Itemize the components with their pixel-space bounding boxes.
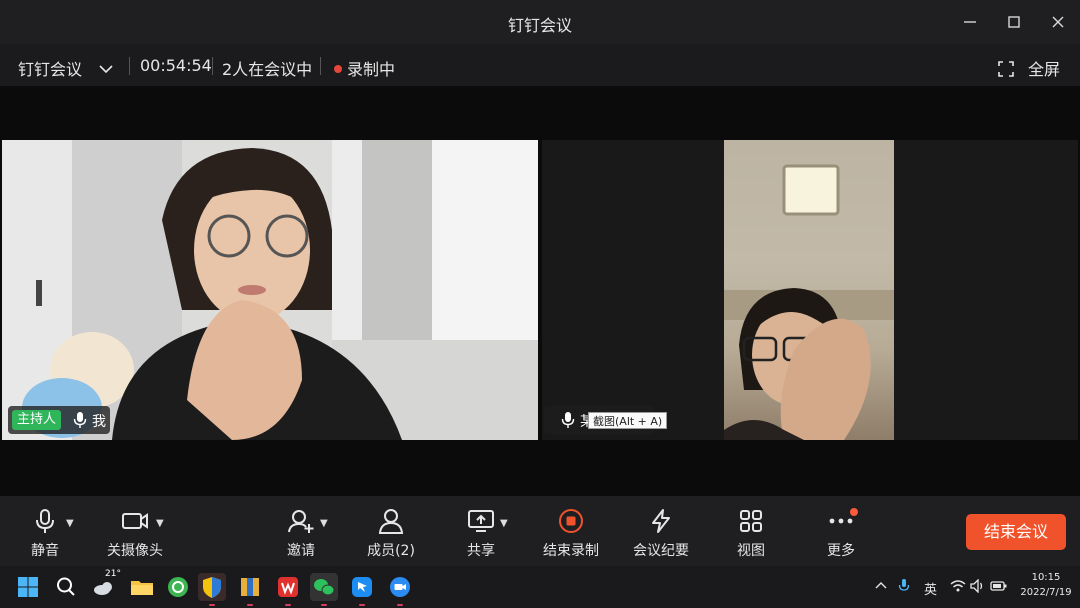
fullscreen-label: 全屏 — [1028, 60, 1061, 79]
invite-button[interactable]: ▼ 邀请 — [256, 496, 346, 566]
camera-off-label: 关摄像头 — [107, 543, 163, 559]
divider — [212, 57, 213, 75]
microphone-icon — [72, 411, 88, 429]
participant-label: 主持人 我 — [8, 406, 110, 434]
participant-video — [724, 140, 894, 440]
participant-label: 某 截图(Alt + A) — [544, 406, 668, 434]
meeting-toolbar: ▼ 静音 ▼ 关摄像头 ▼ 邀请 成员(2) ▼ 共享 结束录制 会议纪要 视图… — [0, 496, 1080, 566]
wifi-icon[interactable] — [950, 579, 966, 597]
wechat-icon[interactable] — [310, 573, 338, 601]
running-indicator — [247, 604, 253, 606]
mute-label: 静音 — [31, 543, 59, 559]
share-label: 共享 — [467, 543, 495, 559]
stop-recording-button[interactable]: 结束录制 — [526, 496, 616, 566]
end-meeting-button[interactable]: 结束会议 — [966, 514, 1066, 550]
microphone-icon[interactable] — [898, 578, 910, 598]
video-tile-self[interactable]: 主持人 我 — [2, 140, 538, 440]
weather-widget[interactable]: 21° — [90, 569, 121, 601]
fullscreen-icon — [998, 61, 1014, 77]
meeting-info-bar: 钉钉会议 00:54:54 2人在会议中 录制中 全屏 — [0, 44, 1080, 86]
running-indicator — [321, 604, 327, 606]
search-icon[interactable] — [52, 573, 80, 601]
divider — [320, 57, 321, 75]
microphone-icon — [0, 508, 90, 534]
running-indicator — [359, 604, 365, 606]
system-clock[interactable]: 10:15 2022/7/19 — [1016, 570, 1076, 600]
archive-app-icon[interactable] — [236, 573, 264, 601]
person-icon — [346, 508, 436, 534]
minimize-button[interactable] — [958, 10, 982, 34]
more-button[interactable]: 更多 — [796, 496, 886, 566]
divider — [129, 57, 130, 75]
window-title: 钉钉会议 — [507, 16, 572, 35]
share-options-caret[interactable]: ▼ — [500, 518, 508, 529]
dingtalk-icon[interactable] — [348, 573, 376, 601]
view-label: 视图 — [737, 543, 765, 559]
record-stop-icon — [526, 508, 616, 534]
recording-dot-icon — [334, 65, 342, 73]
wps-office-icon[interactable] — [274, 573, 302, 601]
clock-date: 2022/7/19 — [1020, 587, 1072, 598]
screenshot-tooltip: 截图(Alt + A) — [588, 412, 668, 429]
invite-options-caret[interactable]: ▼ — [320, 518, 328, 529]
chevron-down-icon — [99, 65, 113, 74]
notification-dot — [850, 508, 858, 516]
invite-label: 邀请 — [287, 543, 315, 559]
view-button[interactable]: 视图 — [706, 496, 796, 566]
os-taskbar: 21° 英 10:15 2022/7/19 — [0, 566, 1080, 608]
microphone-icon — [560, 411, 576, 429]
weather-temperature: 21° — [105, 569, 121, 579]
share-button[interactable]: ▼ 共享 — [436, 496, 526, 566]
screen-share-icon — [436, 508, 526, 534]
running-indicator — [285, 604, 291, 606]
tray-overflow-chevron-icon[interactable] — [874, 579, 888, 594]
security-shield-icon[interactable] — [198, 573, 226, 601]
add-person-icon — [256, 508, 346, 534]
meeting-app-icon[interactable] — [386, 573, 414, 601]
meeting-minutes-button[interactable]: 会议纪要 — [616, 496, 706, 566]
video-camera-icon — [90, 508, 180, 534]
app-menu-dropdown[interactable]: 钉钉会议 — [18, 56, 113, 80]
file-explorer-icon[interactable] — [128, 573, 156, 601]
lightning-icon — [616, 508, 706, 534]
stop-recording-label: 结束录制 — [543, 543, 599, 559]
app-menu-label: 钉钉会议 — [18, 60, 83, 79]
recording-label: 录制中 — [347, 60, 396, 79]
participant-name: 我 — [92, 414, 106, 430]
video-tile-remote[interactable]: 某 截图(Alt + A) — [542, 140, 1078, 440]
camera-off-button[interactable]: ▼ 关摄像头 — [90, 496, 180, 566]
more-label: 更多 — [827, 543, 855, 559]
input-method-indicator[interactable]: 英 — [924, 579, 937, 598]
meeting-duration: 00:54:54 — [140, 56, 212, 75]
participant-count[interactable]: 2人在会议中 — [222, 56, 312, 80]
camera-options-caret[interactable]: ▼ — [156, 518, 164, 529]
members-button[interactable]: 成员(2) — [346, 496, 436, 566]
video-stage: 主持人 我 某 截图(Alt + A) — [0, 86, 1080, 496]
participant-video — [2, 140, 538, 440]
close-button[interactable] — [1046, 10, 1070, 34]
recording-status: 录制中 — [334, 56, 395, 80]
meeting-minutes-label: 会议纪要 — [633, 543, 689, 559]
host-badge: 主持人 — [12, 410, 62, 430]
grid-view-icon — [706, 508, 796, 534]
battery-icon[interactable] — [990, 579, 1008, 597]
fullscreen-button[interactable]: 全屏 — [998, 56, 1060, 80]
title-bar: 钉钉会议 — [0, 0, 1080, 44]
mute-button[interactable]: ▼ 静音 — [0, 496, 90, 566]
running-indicator — [209, 604, 215, 606]
members-label: 成员(2) — [367, 543, 415, 559]
clock-time: 10:15 — [1031, 572, 1061, 583]
browser-icon[interactable] — [164, 573, 192, 601]
maximize-button[interactable] — [1002, 10, 1026, 34]
windows-start-icon[interactable] — [14, 573, 42, 601]
volume-icon[interactable] — [970, 578, 986, 597]
running-indicator — [397, 604, 403, 606]
more-dots-icon — [796, 508, 886, 534]
mute-options-caret[interactable]: ▼ — [66, 518, 74, 529]
